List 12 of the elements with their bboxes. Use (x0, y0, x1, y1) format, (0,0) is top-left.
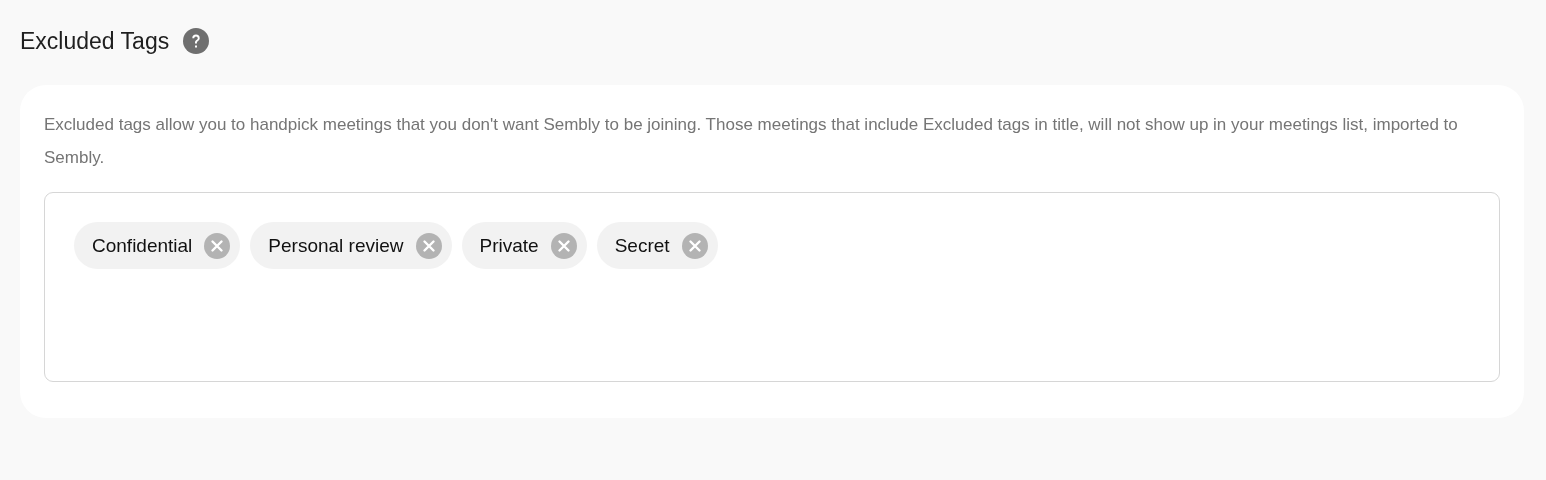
remove-icon[interactable] (415, 232, 442, 259)
remove-icon[interactable] (550, 232, 577, 259)
remove-icon[interactable] (681, 232, 708, 259)
help-icon[interactable] (183, 28, 210, 54)
tag-label: Personal review (268, 234, 404, 257)
tag-label: Private (479, 234, 539, 257)
remove-icon[interactable] (204, 232, 231, 259)
section-title: Excluded Tags (20, 27, 170, 55)
tag-label: Secret (614, 234, 670, 257)
description-text: Excluded tags allow you to handpick meetings that you don't want Sembly to be joining. Those meetings that include Excluded tags in title, will not show up in your meetings list, imported to Sembly. (44, 114, 1459, 169)
tags-input-field[interactable]: Confidential Personal review Private Secret (44, 192, 1500, 382)
tag-label: Confidential (92, 234, 193, 257)
